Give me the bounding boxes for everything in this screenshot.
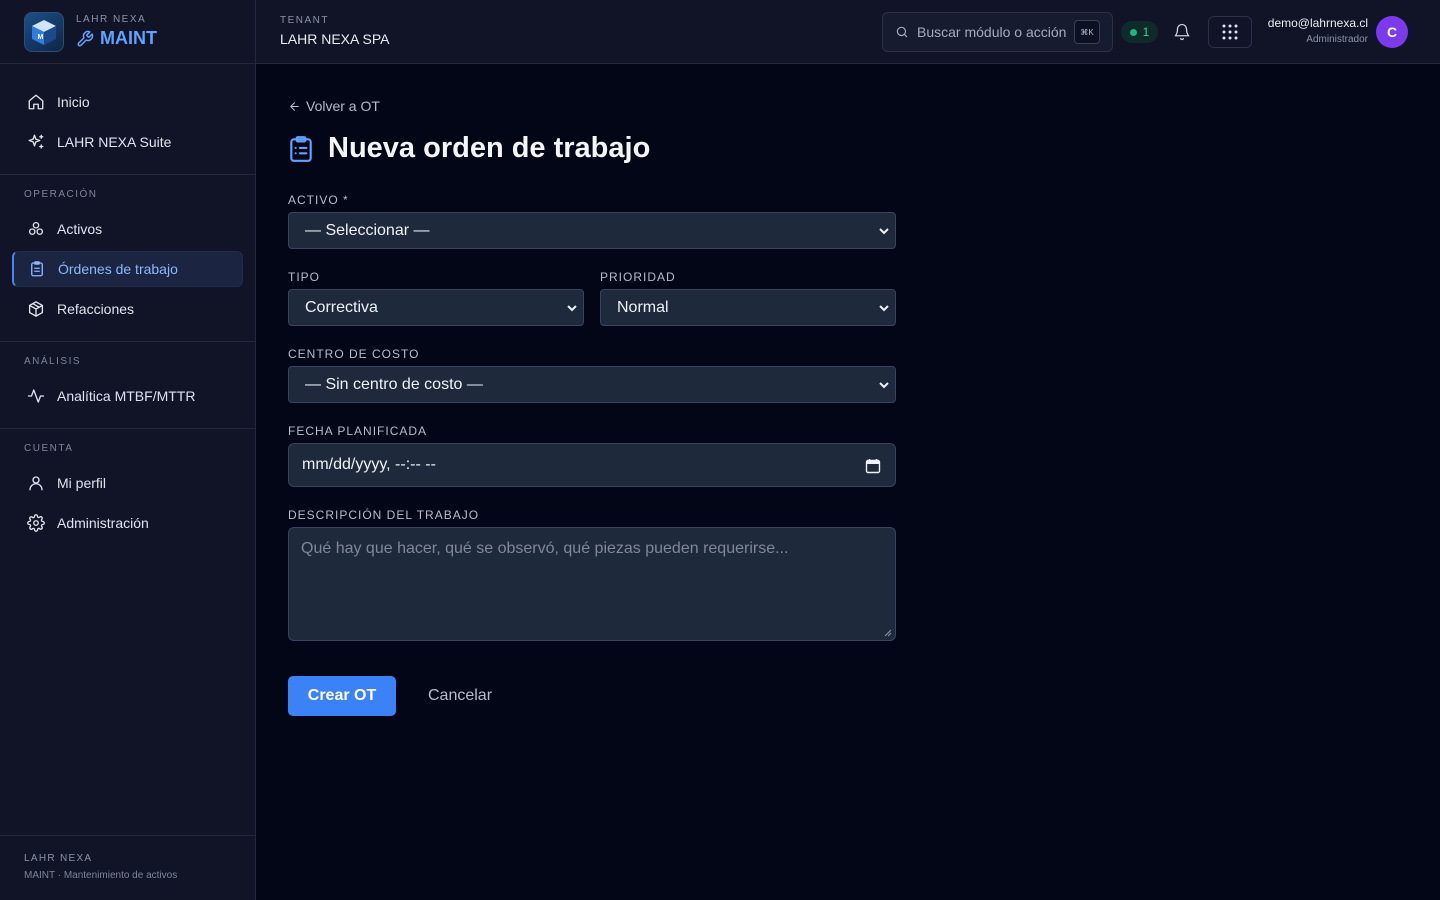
gear-icon (27, 514, 45, 532)
sidebar-item-label: Mi perfil (57, 475, 107, 491)
chevron-down-icon (879, 305, 889, 312)
tenant-name: LAHR NEXA SPA (280, 31, 390, 47)
status-dot (1129, 28, 1137, 36)
avatar[interactable]: C (1376, 16, 1408, 48)
user-info[interactable]: demo@lahrnexa.cl Administrador (1268, 16, 1368, 45)
prioridad-select-value: Normal (617, 298, 669, 316)
nav-section-operacion: OPERACIÓN (24, 189, 98, 200)
sidebar-item-administracion[interactable]: Administración (12, 505, 243, 541)
search-shortcut: ⌘K (1074, 20, 1100, 44)
prioridad-label: PRIORIDAD (600, 270, 676, 284)
sidebar-item-label: Activos (57, 221, 103, 237)
activity-icon (27, 389, 45, 403)
fecha-label: FECHA PLANIFICADA (288, 424, 428, 438)
svg-text:M: M (38, 34, 44, 41)
user-icon (29, 476, 43, 491)
cancel-button[interactable]: Cancelar (412, 676, 508, 716)
top-header: TENANT LAHR NEXA SPA Buscar módulo o acc… (256, 0, 1440, 64)
notifications-button[interactable] (1170, 20, 1194, 44)
sidebar-item-label: LAHR NEXA Suite (57, 134, 172, 150)
sidebar-item-perfil[interactable]: Mi perfil (12, 465, 243, 501)
brand-app-name: MAINT (76, 28, 157, 49)
activo-select[interactable]: — Seleccionar — (288, 212, 896, 249)
nav-divider (0, 341, 255, 342)
centro-costo-select[interactable]: — Sin centro de costo — (288, 366, 896, 403)
search-icon (896, 26, 908, 38)
sidebar-item-label: Administración (57, 515, 149, 531)
chevron-down-icon (567, 305, 577, 312)
nav-divider (0, 174, 255, 175)
home-icon (28, 94, 44, 110)
descripcion-textarea[interactable]: Qué hay que hacer, qué se observó, qué p… (288, 527, 896, 641)
fecha-value: mm/dd/yyyy, --:-- -- (302, 456, 436, 473)
sparkle-icon (28, 134, 44, 149)
chevron-down-icon (879, 228, 889, 235)
page-title: Nueva orden de trabajo (288, 132, 650, 165)
chevron-down-icon (879, 382, 889, 389)
back-link[interactable]: Volver a OT (288, 98, 380, 114)
nav-section-analisis: ANÁLISIS (24, 356, 82, 367)
centro-costo-label: CENTRO DE COSTO (288, 347, 420, 361)
crear-ot-button[interactable]: Crear OT (288, 676, 396, 716)
sidebar-item-label: Órdenes de trabajo (58, 261, 178, 277)
sidebar-item-suite[interactable]: LAHR NEXA Suite (12, 124, 243, 160)
brand-suite-label: LAHR NEXA (76, 14, 147, 25)
sidebar-item-activos[interactable]: Activos (12, 211, 243, 247)
centro-costo-select-value: — Sin centro de costo — (305, 375, 483, 393)
tenant-info: TENANT LAHR NEXA SPA (280, 15, 389, 47)
search-input[interactable]: Buscar módulo o acción ⌘K (882, 12, 1113, 52)
sidebar: M LAHR NEXA MAINT Inicio LAHR NEXA Suite… (0, 0, 256, 900)
sidebar-item-inicio[interactable]: Inicio (12, 84, 243, 120)
sidebar-item-label: Inicio (57, 94, 90, 110)
activo-select-value: — Seleccionar — (305, 221, 430, 239)
resize-handle-icon[interactable] (884, 629, 892, 637)
tipo-select-value: Correctiva (305, 298, 378, 316)
arrow-left-icon (290, 101, 299, 111)
clipboard-list-icon (290, 135, 312, 162)
sidebar-item-analitica[interactable]: Analítica MTBF/MTTR (12, 378, 243, 414)
nav-section-cuenta: CUENTA (24, 443, 74, 454)
sidebar-item-ordenes[interactable]: Órdenes de trabajo (12, 251, 243, 287)
sidebar-item-refacciones[interactable]: Refacciones (12, 291, 243, 327)
sidebar-item-label: Analítica MTBF/MTTR (57, 388, 196, 404)
search-placeholder: Buscar módulo o acción (917, 24, 1067, 40)
descripcion-placeholder: Qué hay que hacer, qué se observó, qué p… (301, 540, 789, 557)
sidebar-item-label: Refacciones (57, 301, 135, 317)
required-marker: * (343, 193, 349, 207)
sidebar-nav: Inicio LAHR NEXA Suite OPERACIÓN Activos… (0, 64, 255, 541)
app-launcher-button[interactable] (1208, 16, 1252, 48)
grid-icon (1222, 24, 1238, 40)
descripcion-label: DESCRIPCIÓN DEL TRABAJO (288, 508, 480, 522)
status-badge[interactable]: 1 (1121, 21, 1158, 43)
nav-divider (0, 428, 255, 429)
footer-brand: LAHR NEXA (24, 853, 93, 864)
prioridad-select[interactable]: Normal (600, 289, 896, 326)
brand[interactable]: M LAHR NEXA MAINT (0, 0, 255, 64)
tipo-select[interactable]: Correctiva (288, 289, 584, 326)
footer-description: MAINT · Mantenimiento de activos (24, 870, 178, 881)
calendar-icon[interactable] (865, 458, 881, 474)
user-email: demo@lahrnexa.cl (1267, 16, 1368, 30)
cube-logo-icon: M (32, 19, 56, 45)
sidebar-footer: LAHR NEXA MAINT · Mantenimiento de activ… (0, 835, 255, 900)
assets-icon (28, 221, 44, 235)
activo-label: ACTIVO * (288, 193, 349, 207)
package-icon (28, 301, 44, 317)
tenant-label: TENANT (280, 15, 329, 26)
bell-icon (1174, 23, 1190, 41)
clipboard-icon (31, 261, 43, 277)
status-count: 1 (1142, 25, 1150, 39)
user-role: Administrador (1306, 34, 1368, 45)
back-link-label: Volver a OT (306, 98, 380, 114)
fecha-planificada-input[interactable]: mm/dd/yyyy, --:-- -- (288, 443, 896, 487)
page-title-text: Nueva orden de trabajo (328, 132, 651, 164)
brand-logo: M (24, 11, 64, 52)
tipo-label: TIPO (288, 270, 321, 284)
wrench-icon (77, 30, 94, 46)
